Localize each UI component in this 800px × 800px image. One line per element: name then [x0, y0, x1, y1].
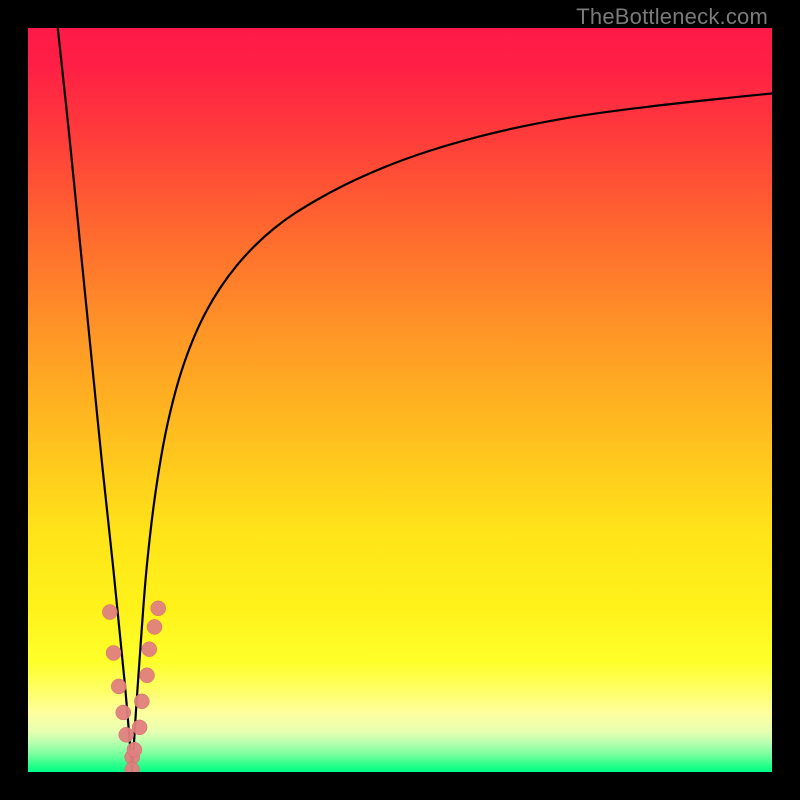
scatter-dot	[125, 762, 140, 772]
scatter-dot	[132, 720, 147, 735]
scatter-dot	[142, 642, 157, 657]
watermark-text: TheBottleneck.com	[576, 4, 768, 30]
scatter-dot	[147, 619, 162, 634]
scatter-dot	[106, 645, 121, 660]
scatter-dot	[151, 601, 166, 616]
scatter-dot	[127, 742, 142, 757]
plot-area	[28, 28, 772, 772]
chart-frame: TheBottleneck.com	[0, 0, 800, 800]
scatter-dot	[134, 694, 149, 709]
scatter-dot	[102, 605, 117, 620]
scatter-dot	[140, 668, 155, 683]
scatter-dot	[116, 705, 131, 720]
scatter-layer	[28, 28, 772, 772]
scatter-dot	[111, 679, 126, 694]
scatter-dot	[119, 727, 134, 742]
